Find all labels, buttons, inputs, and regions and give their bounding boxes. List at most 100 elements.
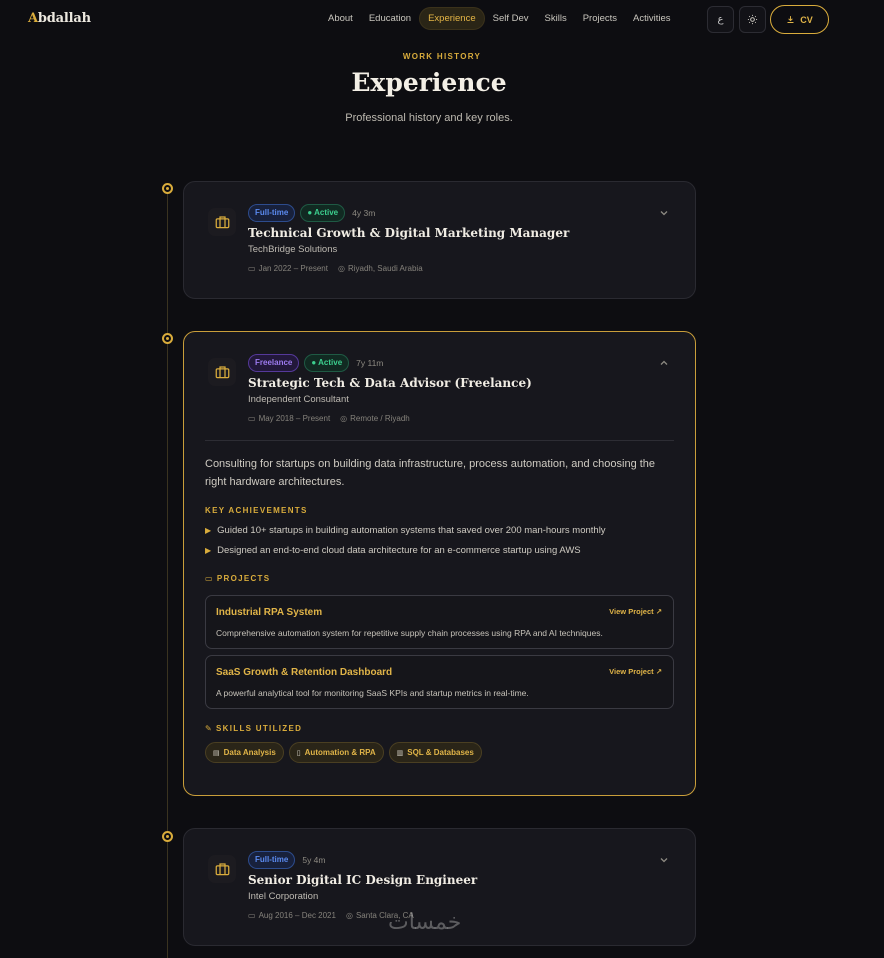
location-pin-icon: ◎: [345, 911, 353, 920]
company-name: Intel Corporation: [248, 891, 319, 902]
tool-icon: ✎: [205, 724, 214, 733]
location-pin-icon: ◎: [337, 264, 345, 273]
cv-label: CV: [800, 14, 813, 25]
page-title: Experience: [351, 68, 507, 97]
chevron-down-icon[interactable]: [659, 855, 669, 865]
skill-label: SQL & Databases: [407, 748, 474, 757]
location-pin-icon: ◎: [340, 414, 348, 423]
nav-link-about[interactable]: About: [320, 7, 361, 30]
status-badge: ● Active: [300, 204, 346, 222]
employment-type-badge: Full-time: [248, 851, 296, 869]
projects-label: PROJECTS: [216, 574, 271, 583]
date-text: Jan 2022 – Present: [258, 264, 328, 273]
nav-link-experience[interactable]: Experience: [419, 7, 485, 30]
view-project-link[interactable]: View Project ↗: [609, 667, 662, 676]
nav-link-education[interactable]: Education: [361, 7, 419, 30]
role-title: Senior Digital IC Design Engineer: [248, 873, 478, 887]
chevron-down-icon[interactable]: [659, 208, 669, 218]
badge-row: Full-time ● Active 4y 3m: [248, 204, 375, 222]
triangle-bullet-icon: ▶: [205, 526, 212, 535]
nav-link-skills[interactable]: Skills: [537, 7, 575, 30]
achievement-item: ▶ Guided 10+ startups in building automat…: [205, 525, 606, 536]
nav-links: About Education Experience Self Dev Skil…: [320, 7, 679, 30]
achievements-heading: KEY ACHIEVEMENTS: [205, 506, 308, 515]
company-name: Independent Consultant: [248, 394, 349, 405]
role-title: Technical Growth & Digital Marketing Man…: [248, 226, 570, 240]
status-label: Active: [314, 208, 339, 217]
role-title: Strategic Tech & Data Advisor (Freelance…: [248, 376, 532, 390]
section-eyebrow: WORK HISTORY: [402, 52, 482, 61]
location: ◎ Remote / Riyadh: [340, 414, 410, 423]
project-card[interactable]: Industrial RPA System View Project ↗ Com…: [205, 595, 674, 649]
logo-initial: A: [28, 11, 38, 26]
skills-row: ▤ Data Analysis ▯ Automation & RPA ▥ SQL & …: [205, 742, 482, 763]
view-project-link[interactable]: View Project ↗: [609, 607, 662, 616]
skill-chip[interactable]: ▥ SQL & Databases: [388, 742, 482, 763]
calendar-icon: ▭: [248, 414, 256, 423]
date-text: May 2018 – Present: [258, 414, 331, 423]
chevron-up-icon[interactable]: [659, 358, 669, 368]
location-text: Remote / Riyadh: [350, 414, 410, 423]
database-icon: ▥: [396, 749, 404, 757]
gear-icon: ▯: [296, 749, 301, 757]
calendar-icon: ▭: [248, 911, 256, 920]
achievement-text: Designed an end-to-end cloud data archit…: [217, 545, 581, 556]
skills-heading: ✎ SKILLS UTILIZED: [205, 724, 302, 733]
nav-link-projects[interactable]: Projects: [575, 7, 625, 30]
sun-icon: [747, 14, 758, 25]
project-title: SaaS Growth & Retention Dashboard: [216, 667, 393, 678]
folder-icon: ▭: [205, 574, 214, 583]
achievement-item: ▶ Designed an end-to-end cloud data archi…: [205, 545, 581, 556]
theme-toggle-button[interactable]: [739, 6, 766, 33]
download-cv-button[interactable]: CV: [770, 5, 829, 34]
logo-rest: bdallah: [37, 11, 91, 26]
location: ◎ Riyadh, Saudi Arabia: [338, 264, 423, 273]
location-text: Riyadh, Saudi Arabia: [347, 264, 423, 273]
meta-row: ▭ Jan 2022 – Present ◎ Riyadh, Saudi Arabi…: [248, 264, 423, 273]
meta-row: ▭ May 2018 – Present ◎ Remote / Riyadh: [248, 414, 410, 423]
skill-label: Data Analysis: [223, 748, 276, 757]
timeline-line: [167, 188, 168, 958]
duration: 7y 11m: [356, 358, 384, 368]
skill-chip[interactable]: ▤ Data Analysis: [205, 742, 284, 763]
date-text: Aug 2016 – Dec 2021: [258, 911, 336, 920]
logo[interactable]: Abdallah: [28, 11, 91, 26]
triangle-bullet-icon: ▶: [205, 546, 212, 555]
nav-link-activities[interactable]: Activities: [625, 7, 678, 30]
calendar-icon: ▭: [248, 264, 256, 273]
date-range: ▭ Aug 2016 – Dec 2021: [248, 911, 336, 920]
timeline-dot: [162, 183, 173, 194]
project-description: Comprehensive automation system for repe…: [216, 628, 603, 638]
badge-row: Freelance ● Active 7y 11m: [248, 354, 383, 372]
experience-card-expanded[interactable]: Freelance ● Active 7y 11m Strategic Tech…: [183, 331, 696, 796]
chart-icon: ▤: [213, 749, 220, 757]
employment-type-badge: Freelance: [248, 354, 300, 372]
duration: 4y 3m: [352, 208, 376, 218]
date-range: ▭ May 2018 – Present: [248, 414, 330, 423]
status-badge: ● Active: [304, 354, 350, 372]
skill-chip[interactable]: ▯ Automation & RPA: [288, 742, 384, 763]
timeline-dot: [162, 333, 173, 344]
top-nav: Abdallah About Education Experience Self…: [0, 0, 884, 40]
project-title: Industrial RPA System: [216, 607, 323, 618]
project-card[interactable]: SaaS Growth & Retention Dashboard View P…: [205, 655, 674, 709]
experience-card[interactable]: Full-time ● Active 4y 3m Technical Growt…: [183, 181, 696, 299]
language-toggle-button[interactable]: ع: [707, 6, 734, 33]
company-name: TechBridge Solutions: [248, 244, 338, 255]
employment-type-badge: Full-time: [248, 204, 296, 222]
badge-row: Full-time 5y 4m: [248, 851, 326, 869]
duration: 5y 4m: [302, 855, 326, 865]
skills-label: SKILLS UTILIZED: [216, 724, 303, 733]
nav-link-self-dev[interactable]: Self Dev: [485, 7, 537, 30]
role-description: Consulting for startups on building data…: [205, 458, 656, 488]
date-range: ▭ Jan 2022 – Present: [248, 264, 328, 273]
timeline-dot: [162, 831, 173, 842]
watermark: خمسات: [388, 910, 462, 935]
status-label: Active: [318, 358, 343, 367]
page-subtitle: Professional history and key roles.: [345, 112, 513, 124]
briefcase-icon: [208, 208, 236, 236]
skill-label: Automation & RPA: [304, 748, 376, 757]
divider: [205, 440, 674, 441]
projects-heading: ▭ PROJECTS: [205, 574, 270, 583]
achievements-label: KEY ACHIEVEMENTS: [205, 506, 308, 515]
